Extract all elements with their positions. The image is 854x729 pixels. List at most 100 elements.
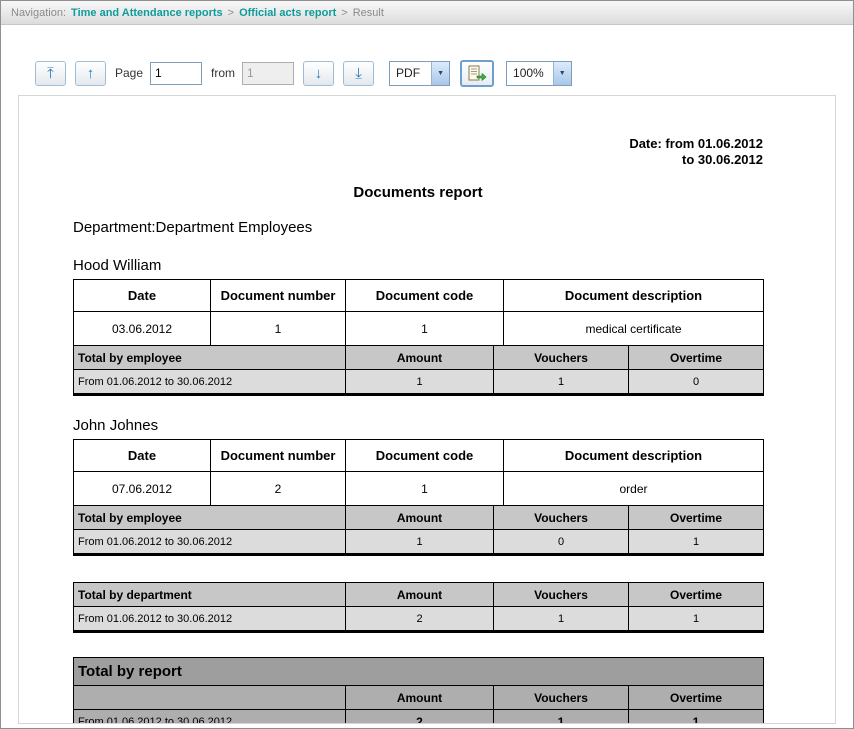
col-header-overtime: Overtime [629, 346, 764, 370]
value-vouchers: 1 [494, 370, 629, 395]
breadcrumb: Navigation: Time and Attendance reports … [1, 1, 853, 25]
total-header-row: Amount Vouchers Overtime [74, 686, 764, 710]
date-line-1: Date: from 01.06.2012 [73, 136, 763, 152]
pager-toolbar: ⤒ ↑ Page from ↓ ⤓ PDF ▼ [35, 59, 853, 87]
employee-total-table: Total by employee Amount Vouchers Overti… [73, 345, 764, 396]
cell-document-description: medical certificate [504, 312, 764, 346]
cell-date: 03.06.2012 [74, 312, 211, 346]
report-viewer: Date: from 01.06.2012 to 30.06.2012 Docu… [18, 95, 836, 724]
value-overtime: 1 [629, 607, 764, 632]
report-total-title-row: Total by report [74, 658, 764, 686]
breadcrumb-current: Result [353, 7, 384, 19]
breadcrumb-separator: > [228, 7, 234, 19]
page-number-input[interactable] [150, 62, 202, 85]
documents-table: Date Document number Document code Docum… [73, 279, 764, 346]
employee-total-table: Total by employee Amount Vouchers Overti… [73, 505, 764, 556]
cell-document-number: 2 [211, 472, 346, 506]
export-icon [468, 65, 487, 82]
total-label: Total by department [74, 583, 346, 607]
value-overtime: 0 [629, 370, 764, 395]
report-total-label: Total by report [74, 658, 764, 686]
col-header-date: Date [74, 280, 211, 312]
col-header-amount: Amount [346, 686, 494, 710]
breadcrumb-prefix: Navigation: [11, 7, 66, 19]
col-header-document-code: Document code [346, 280, 504, 312]
page-label: Page [115, 66, 143, 80]
total-values-row: From 01.06.2012 to 30.06.2012 1 0 1 [74, 530, 764, 555]
table-row: 07.06.2012 2 1 order [74, 472, 764, 506]
value-amount: 2 [346, 607, 494, 632]
table-header-row: Date Document number Document code Docum… [74, 440, 764, 472]
period-label: From 01.06.2012 to 30.06.2012 [74, 530, 346, 555]
department-total-table: Total by department Amount Vouchers Over… [73, 582, 764, 633]
chevron-down-icon: ▼ [431, 62, 449, 85]
col-header-overtime: Overtime [629, 583, 764, 607]
export-format-select[interactable]: PDF ▼ [389, 61, 450, 86]
total-pages-field [242, 62, 294, 85]
report-total-table: Total by report Amount Vouchers Overtime… [73, 657, 764, 724]
cell-document-code: 1 [346, 312, 504, 346]
zoom-value: 100% [507, 62, 553, 85]
cell-document-number: 1 [211, 312, 346, 346]
cell-document-description: order [504, 472, 764, 506]
export-format-value: PDF [390, 62, 431, 85]
col-header-document-description: Document description [504, 280, 764, 312]
first-page-icon: ⤒ [47, 66, 54, 81]
report-content: Date: from 01.06.2012 to 30.06.2012 Docu… [73, 136, 763, 724]
nav-link-official-acts-report[interactable]: Official acts report [239, 7, 336, 19]
col-header-vouchers: Vouchers [494, 506, 629, 530]
period-label: From 01.06.2012 to 30.06.2012 [74, 607, 346, 632]
total-values-row: From 01.06.2012 to 30.06.2012 2 1 1 [74, 710, 764, 725]
total-values-row: From 01.06.2012 to 30.06.2012 2 1 1 [74, 607, 764, 632]
col-header-vouchers: Vouchers [494, 346, 629, 370]
employee-name: Hood William [73, 257, 763, 274]
table-header-row: Date Document number Document code Docum… [74, 280, 764, 312]
period-label: From 01.06.2012 to 30.06.2012 [74, 710, 346, 725]
col-header-vouchers: Vouchers [494, 583, 629, 607]
export-button[interactable] [460, 60, 494, 87]
previous-page-icon: ↑ [87, 66, 95, 81]
first-page-button[interactable]: ⤒ [35, 61, 66, 86]
from-label: from [211, 66, 235, 80]
total-header-row: Total by employee Amount Vouchers Overti… [74, 506, 764, 530]
total-header-row: Total by employee Amount Vouchers Overti… [74, 346, 764, 370]
value-amount: 1 [346, 530, 494, 555]
col-header-date: Date [74, 440, 211, 472]
last-page-button[interactable]: ⤓ [343, 61, 374, 86]
report-date-range: Date: from 01.06.2012 to 30.06.2012 [73, 136, 763, 168]
cell-document-code: 1 [346, 472, 504, 506]
cell-date: 07.06.2012 [74, 472, 211, 506]
col-header-document-code: Document code [346, 440, 504, 472]
col-header-document-number: Document number [211, 440, 346, 472]
total-values-row: From 01.06.2012 to 30.06.2012 1 1 0 [74, 370, 764, 395]
zoom-select[interactable]: 100% ▼ [506, 61, 572, 86]
col-header-amount: Amount [346, 583, 494, 607]
value-vouchers: 1 [494, 607, 629, 632]
col-header-overtime: Overtime [629, 686, 764, 710]
col-header-amount: Amount [346, 346, 494, 370]
col-header-document-description: Document description [504, 440, 764, 472]
total-label: Total by employee [74, 346, 346, 370]
department-line: Department:Department Employees [73, 219, 763, 236]
next-page-button[interactable]: ↓ [303, 61, 334, 86]
empty-cell [74, 686, 346, 710]
value-amount: 2 [346, 710, 494, 725]
total-header-row: Total by department Amount Vouchers Over… [74, 583, 764, 607]
previous-page-button[interactable]: ↑ [75, 61, 106, 86]
col-header-vouchers: Vouchers [494, 686, 629, 710]
last-page-icon: ⤓ [355, 66, 362, 81]
next-page-icon: ↓ [315, 66, 323, 81]
total-label: Total by employee [74, 506, 346, 530]
date-line-2: to 30.06.2012 [73, 152, 763, 168]
col-header-document-number: Document number [211, 280, 346, 312]
value-amount: 1 [346, 370, 494, 395]
nav-link-time-attendance-reports[interactable]: Time and Attendance reports [71, 7, 223, 19]
value-overtime: 1 [629, 530, 764, 555]
col-header-amount: Amount [346, 506, 494, 530]
documents-table: Date Document number Document code Docum… [73, 439, 764, 506]
page-title: Documents report [73, 184, 763, 201]
value-overtime: 1 [629, 710, 764, 725]
table-row: 03.06.2012 1 1 medical certificate [74, 312, 764, 346]
app-window: Navigation: Time and Attendance reports … [0, 0, 854, 729]
value-vouchers: 0 [494, 530, 629, 555]
